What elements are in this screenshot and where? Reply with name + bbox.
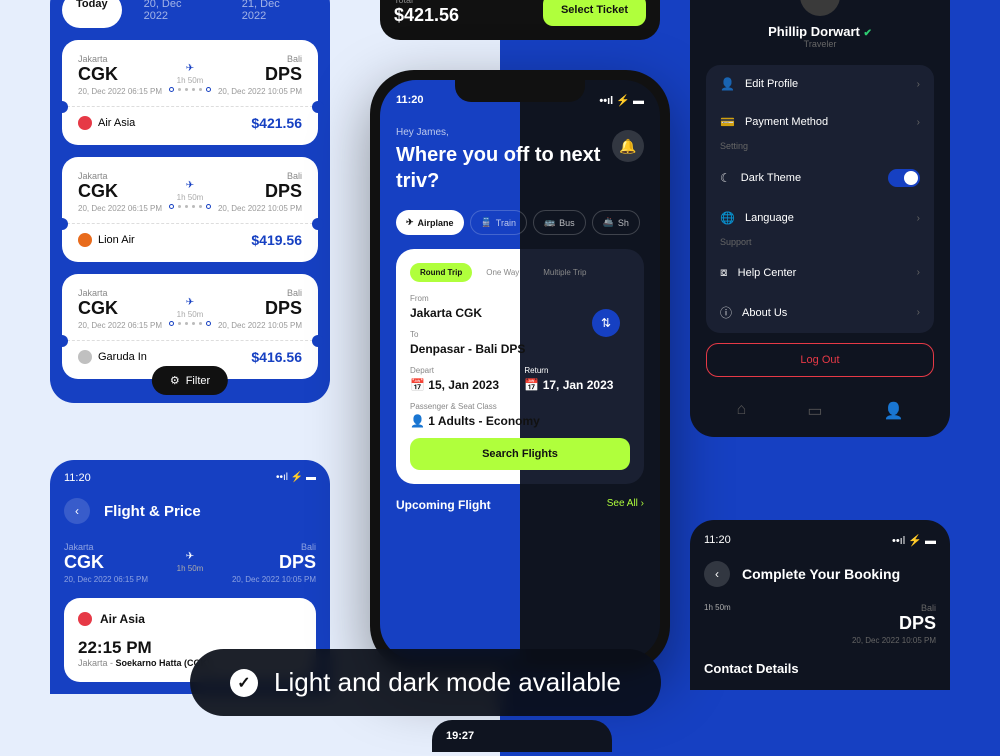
small-dark-screen: 19:27 (432, 720, 612, 752)
search-form: Round Trip One Way Multiple Trip From Ja… (396, 249, 644, 484)
menu-help[interactable]: ⧇Help Center › (706, 253, 934, 292)
price-summary: Total $421.56 Select Ticket (380, 0, 660, 40)
info-icon: ⓘ (720, 304, 732, 321)
tab-ship[interactable]: 🚢 Sh (592, 210, 640, 235)
search-flights-button[interactable]: Search Flights (410, 438, 630, 470)
mode-banner: ✓ Light and dark mode available (190, 649, 661, 716)
tab-airplane[interactable]: ✈ Airplane (396, 210, 464, 235)
globe-icon: 🌐 (720, 211, 735, 225)
return-input[interactable]: 📅 17, Jan 2023 (524, 378, 630, 392)
sliders-icon: ⚙ (170, 374, 180, 387)
status-time: 11:20 (64, 472, 91, 484)
chevron-right-icon: › (917, 213, 920, 224)
tab-train[interactable]: 🚆 Train (470, 210, 527, 235)
plane-icon: ✈ (186, 180, 194, 191)
profile-name: Phillip Dorwart ✔ (706, 24, 934, 39)
airline-logo-icon (78, 116, 92, 130)
profile-role: Traveler (706, 39, 934, 49)
menu-payment[interactable]: 💳Payment Method › (706, 103, 934, 141)
status-time: 11:20 (396, 94, 424, 107)
plane-icon: ✈ (186, 551, 194, 562)
page-title: Complete Your Booking (742, 566, 900, 582)
upcoming-title: Upcoming Flight (396, 498, 491, 512)
page-title: Flight & Price (104, 503, 201, 520)
section-support: Support (706, 237, 934, 253)
logout-button[interactable]: Log Out (706, 343, 934, 377)
trip-oneway[interactable]: One Way (476, 263, 529, 282)
ticket-card[interactable]: Jakarta CGK 20, Dec 2022 06:15 PM ✈ 1h 5… (62, 274, 318, 379)
profile-screen: Phillip Dorwart ✔ Traveler 👤Edit Profile… (690, 0, 950, 437)
status-time: 19:27 (446, 730, 474, 742)
menu-edit-profile[interactable]: 👤Edit Profile › (706, 65, 934, 103)
booking-screen: 11:20 ••ıl ⚡ ▬ ‹ Complete Your Booking 1… (690, 520, 950, 690)
airline-logo-icon (78, 233, 92, 247)
tab-today[interactable]: Today (62, 0, 122, 28)
notification-button[interactable]: 🔔 (612, 130, 644, 162)
duration: 1h 50m (162, 76, 218, 85)
ticket-card[interactable]: Jakarta CGK 20, Dec 2022 06:15 PM ✈ 1h 5… (62, 157, 318, 262)
tab-date-2[interactable]: 20, Dec 2022 (130, 0, 220, 28)
nav-ticket-icon[interactable]: ▭ (807, 401, 822, 421)
moon-icon: ☾ (720, 171, 731, 185)
airline-name: Air Asia (78, 116, 135, 130)
from-code: CGK (78, 64, 162, 85)
contact-details-title: Contact Details (704, 661, 936, 676)
bottom-nav: ⌂ ▭ 👤 (706, 391, 934, 421)
back-button[interactable]: ‹ (704, 561, 730, 587)
tab-date-3[interactable]: 21, Dec 2022 (228, 0, 318, 28)
help-icon: ⧇ (720, 265, 728, 280)
total-value: $421.56 (394, 5, 459, 26)
chevron-right-icon: › (917, 117, 920, 128)
status-icons: ••ıl ⚡ ▬ (276, 472, 316, 484)
from-date: 20, Dec 2022 06:15 PM (78, 87, 162, 96)
hero-text: Where you off to next triv? (396, 142, 644, 194)
to-code: DPS (218, 64, 302, 85)
wallet-icon: 💳 (720, 115, 735, 129)
avatar[interactable] (800, 0, 840, 16)
plane-icon: ✈ (186, 297, 194, 308)
status-icons: ••ıl ⚡ ▬ (892, 534, 936, 547)
plane-icon: ✈ (186, 63, 194, 74)
menu-dark-theme[interactable]: ☾Dark Theme (706, 157, 934, 199)
ticket-price: $421.56 (251, 115, 302, 131)
chevron-right-icon: › (917, 267, 920, 278)
flight-list-screen: Today 20, Dec 2022 21, Dec 2022 Jakarta … (50, 0, 330, 403)
passenger-input[interactable]: 👤 1 Adults - Economy (410, 414, 630, 428)
nav-profile-icon[interactable]: 👤 (884, 401, 904, 421)
select-ticket-button[interactable]: Select Ticket (543, 0, 646, 26)
back-button[interactable]: ‹ (64, 498, 90, 524)
ticket-card[interactable]: Jakarta CGK 20, Dec 2022 06:15 PM ✈ 1h 5… (62, 40, 318, 145)
filter-button[interactable]: ⚙Filter (152, 366, 228, 395)
phone-mockup: 11:20 ••ıl ⚡ ▬ Hey James, Where you off … (370, 70, 670, 670)
to-input[interactable]: Denpasar - Bali DPS (410, 342, 630, 356)
swap-button[interactable]: ⇅ (592, 309, 620, 337)
to-city: Bali (218, 54, 302, 64)
menu-about[interactable]: ⓘAbout Us › (706, 292, 934, 333)
chevron-right-icon: › (917, 79, 920, 90)
status-time: 11:20 (704, 534, 731, 547)
chevron-right-icon: › (917, 307, 920, 318)
banner-text: Light and dark mode available (274, 667, 621, 698)
status-icons: ••ıl ⚡ ▬ (599, 94, 644, 107)
depart-input[interactable]: 📅 15, Jan 2023 (410, 378, 516, 392)
nav-home-icon[interactable]: ⌂ (737, 401, 747, 421)
to-date: 20, Dec 2022 10:05 PM (218, 87, 302, 96)
trip-round[interactable]: Round Trip (410, 263, 472, 282)
section-setting: Setting (706, 141, 934, 157)
greeting: Hey James, (396, 127, 644, 138)
tab-bus[interactable]: 🚌 Bus (533, 210, 586, 235)
check-icon: ✓ (230, 669, 258, 697)
airline-logo-icon (78, 612, 92, 626)
user-icon: 👤 (720, 77, 735, 91)
dark-theme-toggle[interactable] (888, 169, 920, 187)
see-all-link[interactable]: See All › (607, 498, 644, 512)
bell-icon: 🔔 (619, 138, 636, 155)
airline-logo-icon (78, 350, 92, 364)
from-city: Jakarta (78, 54, 162, 64)
verified-icon: ✔ (863, 28, 871, 39)
date-tabs: Today 20, Dec 2022 21, Dec 2022 (62, 0, 318, 28)
trip-multi[interactable]: Multiple Trip (533, 263, 596, 282)
menu-language[interactable]: 🌐Language › (706, 199, 934, 237)
